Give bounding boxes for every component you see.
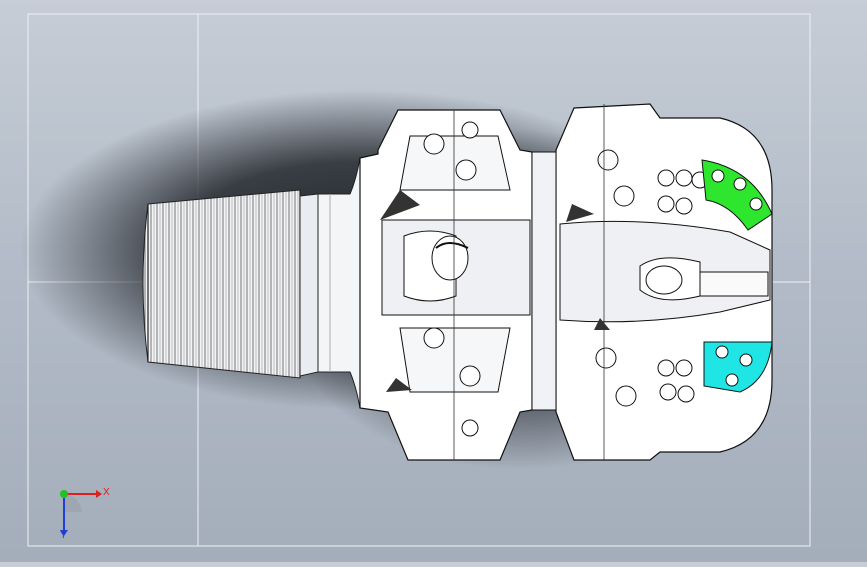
y-axis-label: Y	[60, 530, 67, 541]
body-section-front[interactable]	[359, 109, 533, 461]
z-axis-dot	[60, 490, 68, 498]
coordinate-triad[interactable]: X Y	[50, 482, 120, 542]
3d-viewport[interactable]: X Y	[0, 0, 867, 562]
x-axis-label: X	[103, 487, 110, 498]
shank-neck[interactable]	[299, 157, 361, 409]
body-section-crown[interactable]	[555, 103, 773, 461]
threaded-pin[interactable]	[142, 189, 301, 379]
body-groove	[531, 151, 557, 411]
model-canvas[interactable]	[0, 0, 867, 562]
